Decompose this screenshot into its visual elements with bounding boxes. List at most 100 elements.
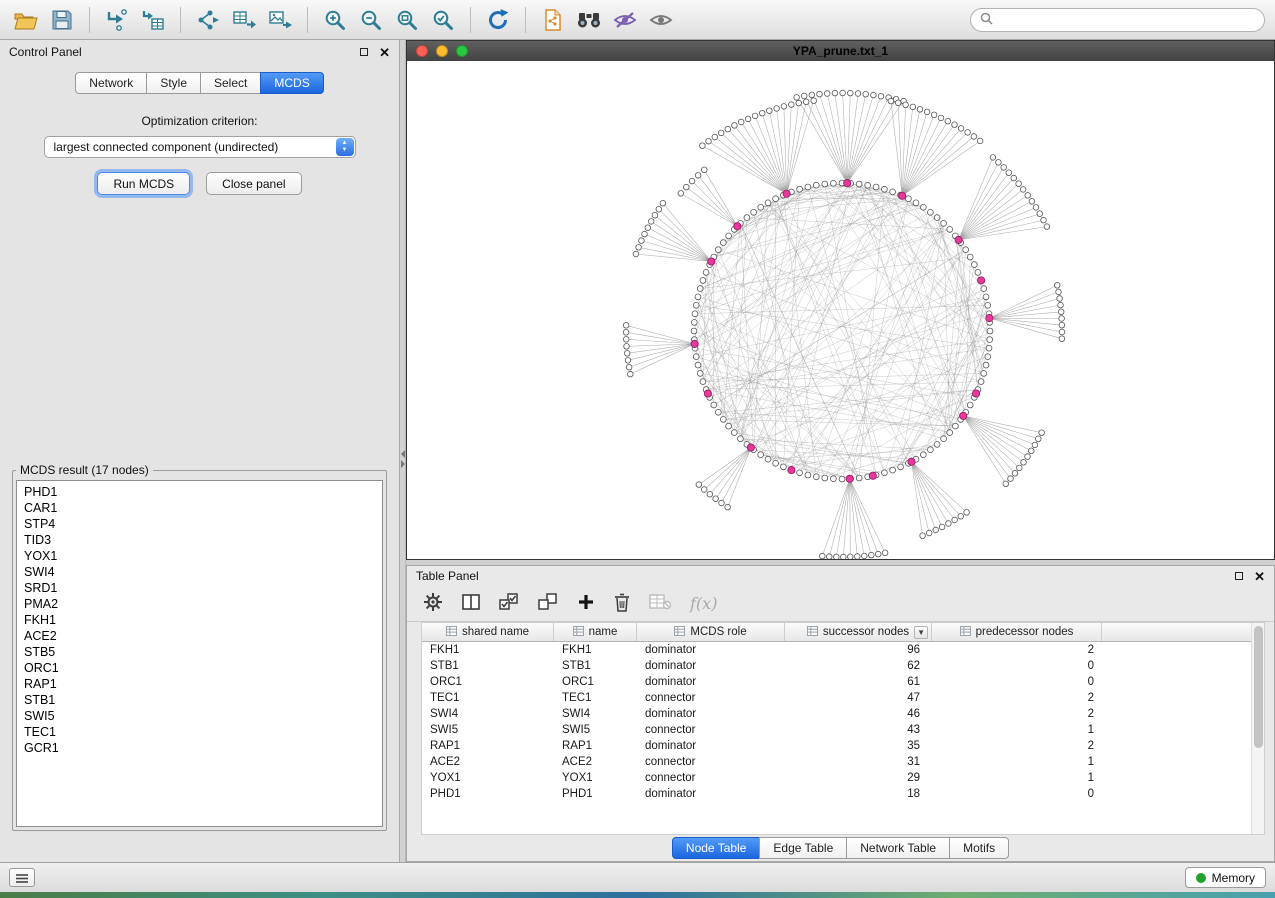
table-cell: FKH1 [422, 644, 554, 656]
close-panel-button[interactable]: Close panel [206, 172, 301, 195]
tab-network[interactable]: Network [75, 72, 147, 94]
mcds-node[interactable]: YOX1 [24, 548, 382, 564]
column-header-name[interactable]: name [554, 623, 637, 641]
network-graph[interactable] [407, 61, 1274, 559]
zoom-fit-icon[interactable] [391, 5, 423, 35]
toolbar-separator [180, 7, 181, 33]
table-settings-gear-icon[interactable] [423, 592, 443, 615]
search-box[interactable] [970, 8, 1265, 32]
mcds-result-group: MCDS result (17 nodes) PHD1CAR1STP4TID3Y… [12, 463, 387, 831]
criterion-value: largest connected component (undirected) [54, 140, 279, 154]
mcds-node[interactable]: STB5 [24, 644, 382, 660]
hide-selected-icon[interactable] [609, 5, 641, 35]
run-mcds-button[interactable]: Run MCDS [97, 172, 190, 195]
mcds-node[interactable]: SRD1 [24, 580, 382, 596]
table-cell: 1 [932, 724, 1102, 736]
search-network-icon[interactable] [573, 5, 605, 35]
zoom-in-icon[interactable] [319, 5, 351, 35]
close-window-icon[interactable] [416, 45, 428, 57]
export-network-icon[interactable] [192, 5, 224, 35]
show-columns-icon[interactable] [462, 594, 480, 613]
maximize-window-icon[interactable] [456, 45, 468, 57]
table-cell: ACE2 [554, 756, 637, 768]
table-cell: connector [637, 724, 785, 736]
export-table-icon[interactable] [228, 5, 260, 35]
add-column-icon[interactable] [577, 593, 595, 614]
vertical-splitter[interactable] [400, 40, 406, 862]
table-row[interactable]: STB1STB1dominator620 [422, 658, 1251, 674]
mcds-node[interactable]: STP4 [24, 516, 382, 532]
sort-dropdown-icon[interactable]: ▼ [914, 626, 928, 639]
zoom-selected-icon[interactable] [427, 5, 459, 35]
import-table-icon[interactable] [137, 5, 169, 35]
mcds-node[interactable]: CAR1 [24, 500, 382, 516]
tab-motifs[interactable]: Motifs [949, 837, 1009, 859]
column-header-shared-name[interactable]: shared name [422, 623, 554, 641]
mcds-node[interactable]: GCR1 [24, 740, 382, 756]
table-row[interactable]: PHD1PHD1dominator180 [422, 786, 1251, 802]
close-table-panel-icon[interactable]: ✕ [1254, 570, 1265, 583]
save-icon[interactable] [46, 5, 78, 35]
mcds-node[interactable]: ORC1 [24, 660, 382, 676]
table-row[interactable]: FKH1FKH1dominator962 [422, 642, 1251, 658]
table-row[interactable]: SWI4SWI4dominator462 [422, 706, 1251, 722]
tab-node-table[interactable]: Node Table [672, 837, 761, 859]
table-row[interactable]: SWI5SWI5connector431 [422, 722, 1251, 738]
show-all-icon[interactable] [645, 5, 677, 35]
table-row[interactable]: RAP1RAP1dominator352 [422, 738, 1251, 754]
float-table-panel-icon[interactable] [1235, 572, 1243, 580]
delete-column-icon[interactable] [614, 593, 630, 615]
mcds-node[interactable]: TID3 [24, 532, 382, 548]
select-all-rows-icon[interactable] [499, 593, 519, 614]
criterion-dropdown[interactable]: largest connected component (undirected)… [44, 136, 356, 158]
node-table-area: shared name nameMCDS rolesuccessor nodes▼… [422, 623, 1251, 834]
column-header-predecessor-nodes[interactable]: predecessor nodes [932, 623, 1102, 641]
float-panel-icon[interactable] [360, 48, 368, 56]
memory-button[interactable]: Memory [1185, 867, 1266, 888]
network-canvas[interactable] [407, 61, 1274, 559]
desktop-background-strip [0, 892, 1275, 898]
refresh-icon[interactable] [482, 5, 514, 35]
control-panel: Control Panel ✕ NetworkStyleSelectMCDS O… [0, 40, 400, 862]
tab-style[interactable]: Style [146, 72, 201, 94]
scrollbar-thumb[interactable] [1254, 626, 1263, 748]
mcds-node[interactable]: SWI4 [24, 564, 382, 580]
table-row[interactable]: ORC1ORC1dominator610 [422, 674, 1251, 690]
mcds-node[interactable]: STB1 [24, 692, 382, 708]
network-window-titlebar[interactable]: YPA_prune.txt_1 [407, 41, 1274, 61]
close-panel-icon[interactable]: ✕ [379, 46, 390, 59]
column-header-successor-nodes[interactable]: successor nodes▼ [785, 623, 932, 641]
main-area: Control Panel ✕ NetworkStyleSelectMCDS O… [0, 40, 1275, 862]
mcds-node[interactable]: TEC1 [24, 724, 382, 740]
tab-edge-table[interactable]: Edge Table [759, 837, 847, 859]
zoom-out-icon[interactable] [355, 5, 387, 35]
clone-network-icon[interactable] [537, 5, 569, 35]
table-row[interactable]: YOX1YOX1connector291 [422, 770, 1251, 786]
status-menu-button[interactable] [9, 868, 35, 887]
table-scrollbar[interactable] [1251, 623, 1264, 834]
mcds-node[interactable]: FKH1 [24, 612, 382, 628]
import-network-icon[interactable] [101, 5, 133, 35]
table-cell: 0 [932, 676, 1102, 688]
mcds-node[interactable]: ACE2 [24, 628, 382, 644]
open-folder-icon[interactable] [10, 5, 42, 35]
mcds-node[interactable]: PMA2 [24, 596, 382, 612]
search-input[interactable] [999, 12, 1255, 28]
mcds-node[interactable]: SWI5 [24, 708, 382, 724]
tab-mcds[interactable]: MCDS [260, 72, 323, 94]
dropdown-stepper-icon: ▲▼ [336, 138, 354, 156]
table-cell: 29 [785, 772, 932, 784]
table-cell: connector [637, 772, 785, 784]
table-row[interactable]: TEC1TEC1connector472 [422, 690, 1251, 706]
tab-network-table[interactable]: Network Table [846, 837, 950, 859]
splitter-handle-icon[interactable] [400, 448, 406, 470]
mcds-node[interactable]: PHD1 [24, 484, 382, 500]
minimize-window-icon[interactable] [436, 45, 448, 57]
table-row[interactable]: ACE2ACE2connector311 [422, 754, 1251, 770]
column-label: shared name [462, 626, 529, 638]
tab-select[interactable]: Select [200, 72, 261, 94]
column-header-mcds-role[interactable]: MCDS role [637, 623, 785, 641]
mcds-node[interactable]: RAP1 [24, 676, 382, 692]
export-image-icon[interactable] [264, 5, 296, 35]
deselect-all-rows-icon[interactable] [538, 593, 558, 614]
